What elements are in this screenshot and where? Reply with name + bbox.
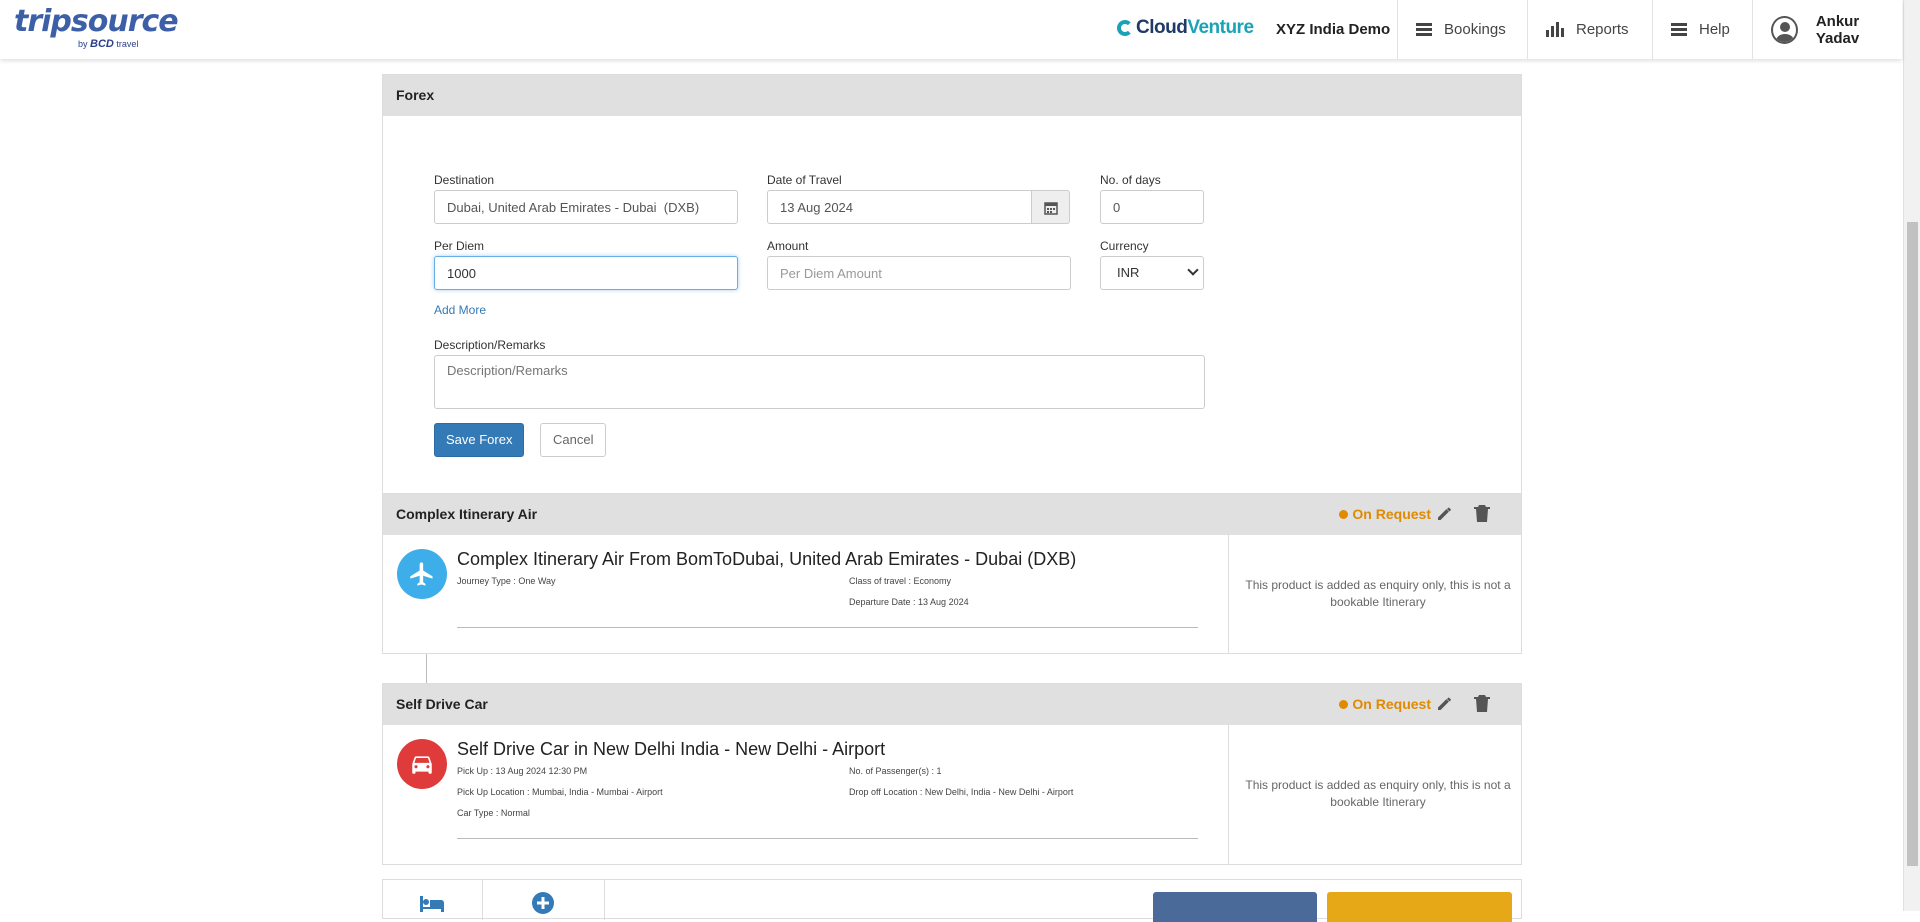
status-dot-icon (1339, 509, 1349, 519)
nav-user[interactable]: Ankur Yadav (1752, 0, 1902, 59)
currency-label: Currency (1100, 239, 1149, 253)
chevron-down-icon (1187, 264, 1199, 276)
cloudventure-logo: CloudVenture (1117, 17, 1254, 39)
bar-chart-icon (1546, 22, 1564, 37)
add-circle-icon[interactable] (531, 891, 555, 915)
no-of-days-input[interactable] (1100, 190, 1204, 224)
nav-reports[interactable]: Reports (1527, 0, 1652, 59)
hotel-bed-icon[interactable] (418, 894, 446, 914)
air-product-panel: Complex Itinerary Air On Request Complex… (382, 493, 1522, 654)
edit-icon[interactable] (1435, 693, 1455, 713)
status-dot-icon (1339, 699, 1349, 709)
pickup-location: Pick Up Location : Mumbai, India - Mumba… (457, 787, 663, 797)
amount-label: Amount (767, 239, 809, 253)
car-section-title: Self Drive Car (396, 696, 488, 712)
timeline-connector (426, 654, 427, 683)
user-avatar-icon (1771, 15, 1798, 44)
send-for-approval-button[interactable] (1153, 892, 1317, 922)
class-of-travel: Class of travel : Economy (849, 576, 952, 586)
save-forex-button[interactable]: Save Forex (434, 423, 525, 457)
amount-input[interactable] (767, 256, 1071, 290)
air-product-title: Complex Itinerary Air From BomToDubai, U… (457, 549, 1077, 569)
proceed-to-checkout-button[interactable] (1327, 892, 1512, 922)
forex-panel: Forex Destination Date of Travel No. of … (382, 74, 1522, 494)
per-diem-input[interactable] (434, 256, 738, 290)
logo-wordmark: tripsource (14, 4, 179, 39)
date-of-travel-input[interactable] (767, 190, 1032, 224)
enquiry-note: This product is added as enquiry only, t… (1245, 578, 1511, 609)
nav-bookings-label: Bookings (1444, 21, 1506, 38)
departure-date: Departure Date : 13 Aug 2024 (849, 597, 969, 607)
airplane-icon (397, 549, 447, 599)
tripsource-logo[interactable]: tripsource by BCD travel (14, 4, 179, 51)
bottom-action-bar (382, 879, 1522, 922)
enquiry-note: This product is added as enquiry only, t… (1245, 778, 1511, 809)
destination-label: Destination (434, 173, 495, 187)
divider (457, 627, 1198, 628)
trash-icon[interactable] (1473, 693, 1491, 713)
date-of-travel-label: Date of Travel (767, 173, 842, 187)
currency-select[interactable]: INR (1100, 256, 1204, 290)
car-product-panel: Self Drive Car On Request Self Drive Car… (382, 683, 1522, 865)
user-name: Ankur Yadav (1815, 12, 1860, 47)
column-divider (1228, 725, 1229, 865)
forex-header: Forex (383, 75, 1521, 116)
passenger-count: No. of Passenger(s) : 1 (849, 766, 942, 776)
cloudventure-icon (1117, 20, 1133, 36)
per-diem-label: Per Diem (434, 239, 485, 253)
remarks-label: Description/Remarks (434, 338, 546, 352)
air-section-header: Complex Itinerary Air On Request (383, 494, 1521, 535)
car-product-body: Self Drive Car in New Delhi India - New … (383, 725, 1521, 865)
nav-bookings[interactable]: Bookings (1397, 0, 1527, 59)
nav-help[interactable]: Help (1652, 0, 1752, 59)
status-badge: On Request (1339, 506, 1431, 522)
calendar-icon (1044, 202, 1058, 215)
destination-input[interactable] (434, 190, 738, 224)
logo-byline: by BCD travel (78, 38, 139, 50)
currency-value: INR (1117, 265, 1140, 280)
divider (457, 838, 1198, 839)
add-more-link[interactable]: Add More (434, 303, 486, 317)
car-product-title: Self Drive Car in New Delhi India - New … (457, 739, 886, 759)
car-section-header: Self Drive Car On Request (383, 684, 1521, 725)
pickup-time: Pick Up : 13 Aug 2024 12:30 PM (457, 766, 588, 776)
nav-help-label: Help (1699, 21, 1730, 38)
column-divider (1228, 535, 1229, 654)
scrollbar-thumb[interactable] (1907, 222, 1918, 866)
menu-icon (1416, 23, 1432, 36)
remarks-textarea[interactable] (434, 355, 1205, 409)
page-scrollbar[interactable] (1903, 0, 1920, 911)
air-section-title: Complex Itinerary Air (396, 506, 538, 522)
top-navbar: tripsource by BCD travel CloudVenture XY… (0, 0, 1902, 59)
dropoff-location: Drop off Location : New Delhi, India - N… (849, 787, 1074, 797)
company-name: XYZ India Demo (1276, 21, 1391, 38)
menu-icon (1671, 23, 1687, 36)
status-badge: On Request (1339, 696, 1431, 712)
car-type: Car Type : Normal (457, 808, 530, 818)
trash-icon[interactable] (1473, 503, 1491, 523)
car-icon (397, 739, 447, 789)
calendar-button[interactable] (1032, 190, 1070, 224)
no-of-days-label: No. of days (1100, 173, 1161, 187)
journey-type: Journey Type : One Way (457, 576, 556, 586)
air-product-body: Complex Itinerary Air From BomToDubai, U… (383, 535, 1521, 654)
edit-icon[interactable] (1435, 503, 1455, 523)
nav-reports-label: Reports (1576, 21, 1629, 38)
cancel-button[interactable]: Cancel (540, 423, 607, 457)
